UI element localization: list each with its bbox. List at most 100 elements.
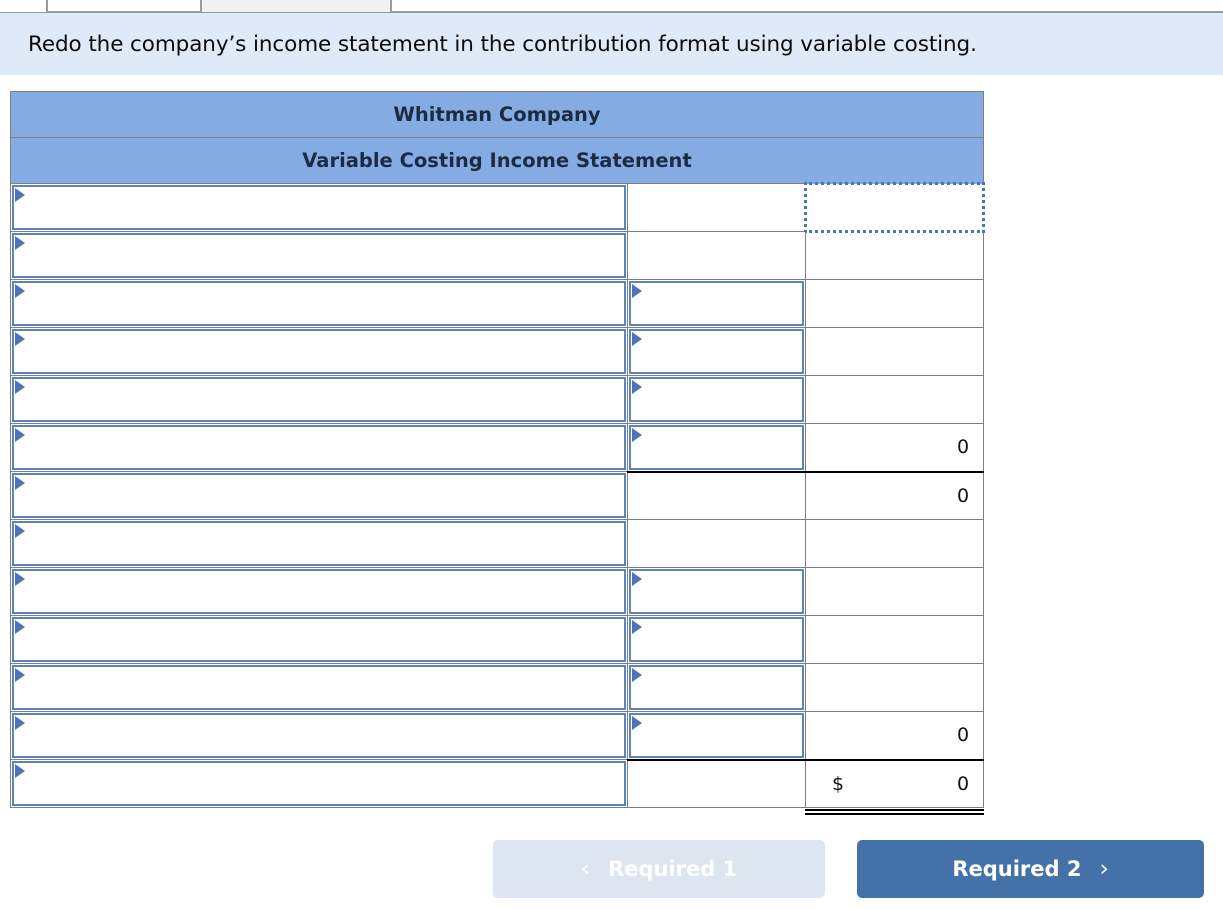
account-cell (10, 327, 628, 376)
table-row (10, 231, 985, 280)
account-cell (10, 519, 628, 568)
amount-cell (627, 615, 806, 664)
table-row: 0 (10, 423, 985, 473)
amount-dropdown[interactable] (629, 281, 804, 326)
amount-dropdown[interactable] (629, 617, 804, 662)
required-2-button[interactable]: Required 2 › (857, 840, 1204, 898)
total-cell[interactable] (804, 279, 985, 328)
dropdown-arrow-icon (15, 572, 25, 586)
account-dropdown[interactable] (12, 665, 626, 710)
amount-dropdown[interactable] (629, 329, 804, 374)
account-dropdown[interactable] (12, 329, 626, 374)
amount-cell (627, 423, 806, 473)
account-cell (10, 759, 628, 808)
amount-dropdown[interactable] (629, 713, 804, 758)
amount-dropdown[interactable] (629, 569, 804, 614)
dropdown-arrow-icon (632, 668, 642, 682)
account-dropdown[interactable] (12, 281, 626, 326)
dropdown-arrow-icon (15, 476, 25, 490)
question-prompt-text: Redo the company’s income statement in t… (28, 31, 977, 57)
table-row (10, 615, 985, 664)
account-cell (10, 423, 628, 472)
account-cell (10, 711, 628, 760)
account-dropdown[interactable] (12, 233, 626, 278)
table-body: Whitman Company Variable Costing Income … (9, 91, 986, 815)
total-cell[interactable] (804, 231, 985, 280)
amount-dropdown[interactable] (629, 377, 804, 422)
total-cell[interactable] (804, 519, 985, 568)
table-row (10, 567, 985, 616)
amount-cell (627, 519, 806, 568)
amount-cell (627, 711, 806, 761)
account-dropdown[interactable] (12, 185, 626, 230)
dropdown-arrow-icon (15, 236, 25, 250)
table-row: $0 (10, 758, 985, 815)
amount-dropdown[interactable] (629, 665, 804, 710)
table-row (10, 327, 985, 376)
account-cell (10, 375, 628, 424)
total-cell[interactable] (804, 375, 985, 424)
total-cell[interactable] (804, 327, 985, 376)
browser-chrome-strip (0, 0, 1223, 13)
total-cell[interactable]: 0 (804, 470, 985, 520)
total-cell[interactable] (804, 567, 985, 616)
table-title-row-1: Whitman Company (9, 91, 985, 138)
chrome-tab-left[interactable] (0, 0, 48, 12)
table-row: 0 (10, 711, 985, 761)
account-dropdown[interactable] (12, 473, 626, 518)
amount-cell (627, 231, 806, 280)
question-banner: Redo the company’s income statement in t… (0, 13, 1223, 75)
total-value-wrap (806, 568, 983, 615)
amount-dropdown[interactable] (629, 425, 804, 470)
account-dropdown[interactable] (12, 761, 626, 806)
dropdown-arrow-icon (632, 572, 642, 586)
required-1-button[interactable]: ‹ Required 1 (493, 840, 825, 898)
dropdown-arrow-icon (632, 620, 642, 634)
dropdown-arrow-icon (15, 380, 25, 394)
total-value: 0 (956, 436, 970, 459)
total-cell[interactable]: 0 (804, 423, 985, 473)
dropdown-arrow-icon (632, 332, 642, 346)
dropdown-arrow-icon (15, 332, 25, 346)
total-value: 0 (956, 772, 970, 795)
dropdown-arrow-icon (15, 524, 25, 538)
total-double-underline-outer (805, 813, 985, 815)
account-dropdown[interactable] (12, 713, 626, 758)
total-value-wrap: 0 (806, 712, 983, 759)
dropdown-arrow-icon (632, 284, 642, 298)
total-cell[interactable] (804, 663, 985, 712)
dropdown-arrow-icon (15, 620, 25, 634)
income-statement-table: Whitman Company Variable Costing Income … (9, 91, 986, 815)
account-cell (10, 471, 628, 520)
amount-cell (627, 470, 806, 520)
account-cell (10, 279, 628, 328)
account-cell (10, 567, 628, 616)
account-cell (10, 615, 628, 664)
dropdown-arrow-icon (632, 428, 642, 442)
account-dropdown[interactable] (12, 521, 626, 566)
dropdown-arrow-icon (15, 188, 25, 202)
table-row (10, 182, 986, 233)
worksheet-statement-title: Variable Costing Income Statement (9, 137, 985, 184)
amount-cell (627, 567, 806, 616)
chrome-tab-active[interactable] (200, 0, 392, 12)
amount-cell (627, 327, 806, 376)
total-value-wrap: $0 (805, 761, 985, 815)
total-cell[interactable] (804, 615, 985, 664)
amount-cell (627, 183, 806, 232)
total-cell[interactable]: $0 (804, 758, 985, 815)
total-value-wrap (807, 185, 982, 230)
account-dropdown[interactable] (12, 617, 626, 662)
chevron-left-icon: ‹ (580, 855, 591, 882)
total-value-wrap (806, 233, 983, 279)
total-cell[interactable] (803, 182, 986, 233)
table-row (10, 375, 985, 424)
total-value: 0 (956, 484, 970, 507)
dropdown-arrow-icon (632, 716, 642, 730)
account-dropdown[interactable] (12, 377, 626, 422)
account-dropdown[interactable] (12, 425, 626, 470)
total-cell[interactable]: 0 (804, 711, 985, 761)
amount-cell (627, 663, 806, 712)
account-dropdown[interactable] (12, 569, 626, 614)
total-value-wrap: 0 (806, 473, 983, 520)
